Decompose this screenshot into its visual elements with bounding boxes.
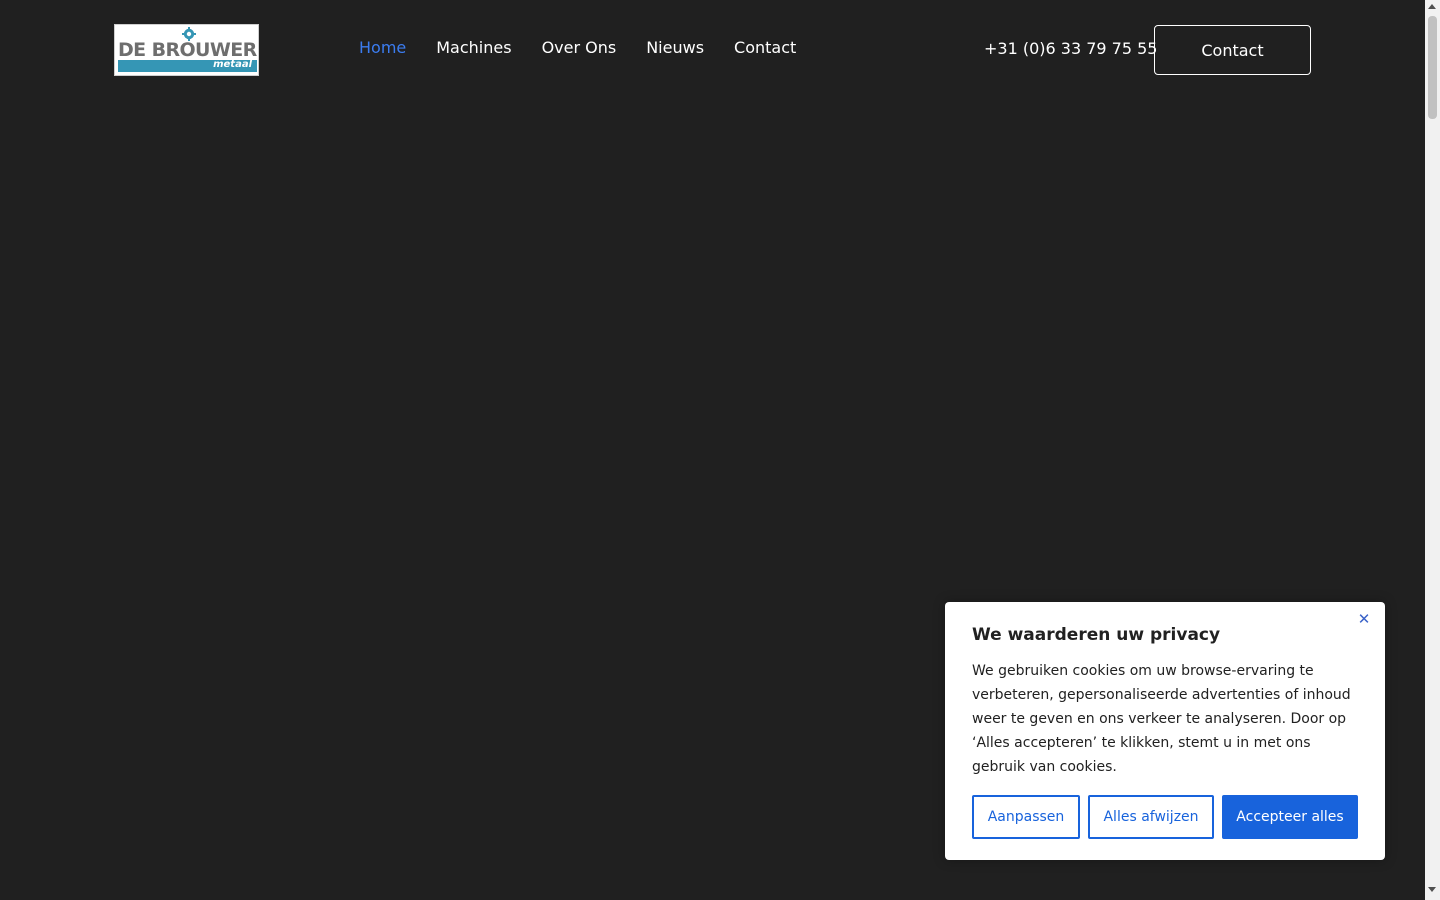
contact-button[interactable]: Contact: [1154, 25, 1311, 75]
phone-link[interactable]: +31 (0)6 33 79 75 55: [984, 39, 1157, 58]
cookie-title: We waarderen uw privacy: [972, 625, 1221, 645]
logo-wordmark: DE BROUWER: [118, 39, 257, 61]
scrollbar-thumb[interactable]: [1428, 16, 1437, 119]
scroll-down-arrow-icon[interactable]: [1428, 887, 1436, 892]
nav-item-over-ons[interactable]: Over Ons: [542, 38, 617, 57]
main-nav: Home Machines Over Ons Nieuws Contact: [359, 38, 796, 57]
page-scrollbar[interactable]: [1425, 0, 1440, 900]
site-logo[interactable]: DE BROUWER metaal: [114, 24, 259, 76]
reject-all-button[interactable]: Alles afwijzen: [1088, 795, 1214, 839]
nav-item-home[interactable]: Home: [359, 38, 406, 57]
close-icon[interactable]: ✕: [1357, 612, 1371, 627]
accept-all-button[interactable]: Accepteer alles: [1222, 795, 1358, 839]
site-header: DE BROUWER metaal Home Machines Over Ons…: [0, 0, 1425, 100]
logo-subtext: metaal: [213, 59, 252, 70]
nav-item-nieuws[interactable]: Nieuws: [646, 38, 704, 57]
customize-button[interactable]: Aanpassen: [972, 795, 1080, 839]
nav-item-machines[interactable]: Machines: [436, 38, 511, 57]
nav-item-contact[interactable]: Contact: [734, 38, 796, 57]
scroll-up-arrow-icon[interactable]: [1428, 4, 1436, 9]
cookie-actions: Aanpassen Alles afwijzen Accepteer alles: [972, 795, 1358, 839]
cookie-description: We gebruiken cookies om uw browse-ervari…: [972, 663, 1351, 775]
cookie-consent-banner: ✕ We waarderen uw privacy We gebruiken c…: [945, 602, 1385, 860]
